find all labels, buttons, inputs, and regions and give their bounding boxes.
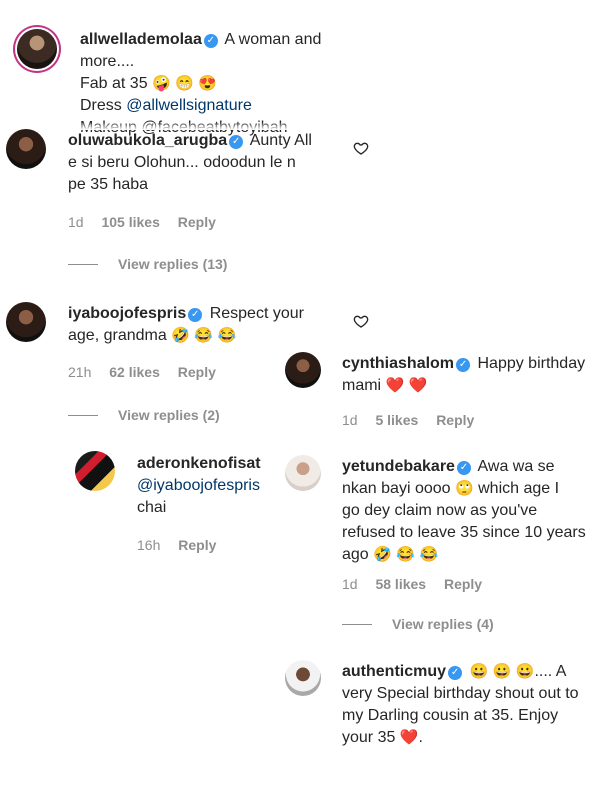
heart-emoji-icon: ❤️ xyxy=(399,729,419,746)
reply-body: chai xyxy=(137,499,167,516)
caption-username[interactable]: allwellademolaa xyxy=(80,31,202,48)
comment-likes[interactable]: 105 likes xyxy=(101,214,159,230)
reply-button[interactable]: Reply xyxy=(436,412,474,428)
emoji-rofl: 🤣 xyxy=(373,546,392,563)
comment-line-2: age, grandma xyxy=(68,327,167,344)
reply-text: aderonkenofisat @iyaboojofespris chai xyxy=(137,453,282,519)
caption-clip xyxy=(0,122,600,130)
emoji-joy: 😂 xyxy=(419,546,439,563)
comment-text: yetundebakare ✓ Awa wa se nkan bayi oooo … xyxy=(342,456,597,566)
comment-line-2b: which age I xyxy=(478,480,560,497)
heart-outline-icon[interactable] xyxy=(353,140,369,156)
view-replies-button[interactable]: View replies (2) xyxy=(68,407,220,423)
comment-meta: 1d 58 likes Reply xyxy=(342,576,496,592)
comment-meta: 1d 105 likes Reply xyxy=(68,214,230,230)
comment-likes[interactable]: 5 likes xyxy=(375,412,418,428)
emoji-grinning: 😀 xyxy=(515,663,535,680)
comment-line-2: nkan bayi oooo xyxy=(342,480,451,497)
comment-avatar[interactable] xyxy=(285,660,321,696)
comment-line-3: my Darling cousin at 35. Enjoy xyxy=(342,707,559,724)
reply-button[interactable]: Reply xyxy=(178,214,216,230)
heart-emoji-icon: ❤️ xyxy=(408,377,428,394)
comment-text: authenticmuy ✓ 😀 😀 😀.... A very Special b… xyxy=(342,661,597,749)
verified-badge-icon: ✓ xyxy=(203,34,218,48)
emoji-heart-eyes: 😍 xyxy=(198,75,218,92)
comment-line-1: Aunty All xyxy=(249,132,312,149)
caption-line-1: A woman and xyxy=(224,31,322,48)
emoji-joy: 😂 xyxy=(194,327,214,344)
emoji-joy: 😂 xyxy=(217,327,237,344)
comment-text: cynthiashalom ✓ Happy birthday mami ❤️ ❤️ xyxy=(342,353,597,397)
comment-line-1: Respect your xyxy=(209,305,304,322)
comment-username[interactable]: iyaboojofespris xyxy=(68,305,186,322)
caption-avatar[interactable] xyxy=(17,29,57,69)
verified-badge-icon: ✓ xyxy=(188,308,203,322)
comment-line-2: very Special birthday shout out to xyxy=(342,685,579,702)
view-replies-label: View replies (13) xyxy=(118,256,228,272)
reply-mention[interactable]: @iyaboojofespris xyxy=(137,477,260,494)
reply-button[interactable]: Reply xyxy=(178,537,216,553)
caption-line-2: more.... xyxy=(80,53,135,70)
comment-meta: 1d 5 likes Reply xyxy=(342,412,488,428)
reply-time: 16h xyxy=(137,537,161,553)
comment-avatar[interactable] xyxy=(285,352,321,388)
comment-avatar[interactable] xyxy=(6,302,46,342)
comment-likes[interactable]: 62 likes xyxy=(109,364,160,380)
heart-emoji-icon: ❤️ xyxy=(385,377,405,394)
comment-meta: 21h 62 likes Reply xyxy=(68,364,230,380)
verified-badge-icon: ✓ xyxy=(456,358,471,372)
comment-username[interactable]: yetundebakare xyxy=(342,458,455,475)
caption-line-3: Fab at 35 xyxy=(80,75,148,92)
emoji-grin: 😁 xyxy=(175,75,194,92)
emoji-rofl: 🤣 xyxy=(171,327,190,344)
reply-button[interactable]: Reply xyxy=(444,576,482,592)
caption-line-4: Dress xyxy=(80,97,122,114)
comment-time: 21h xyxy=(68,364,92,380)
reply-avatar[interactable] xyxy=(75,451,115,491)
comment-text: oluwabukola_arugba ✓ Aunty All e si beru … xyxy=(68,130,343,196)
comment-line-1: Awa wa se xyxy=(477,458,555,475)
comment-line-5: ago xyxy=(342,546,369,563)
emoji-grinning: 😀 xyxy=(492,663,512,680)
divider xyxy=(68,415,98,416)
comment-line-3: pe 35 haba xyxy=(68,176,149,193)
view-replies-button[interactable]: View replies (13) xyxy=(68,256,227,272)
comment-line-1: Happy birthday xyxy=(477,355,586,372)
reply-username[interactable]: aderonkenofisat xyxy=(137,455,261,472)
comment-avatar[interactable] xyxy=(6,129,46,169)
comment-line-3: go dey claim now as you've xyxy=(342,502,538,519)
view-replies-label: View replies (2) xyxy=(118,407,220,423)
reply-meta: 16h Reply xyxy=(137,537,230,553)
emoji-zany: 🤪 xyxy=(152,75,171,92)
comment-time: 1d xyxy=(68,214,84,230)
comment-username[interactable]: oluwabukola_arugba xyxy=(68,132,227,149)
view-replies-button[interactable]: View replies (4) xyxy=(342,616,494,632)
verified-badge-icon: ✓ xyxy=(229,135,244,149)
divider xyxy=(68,264,98,265)
verified-badge-icon: ✓ xyxy=(456,461,471,475)
verified-badge-icon: ✓ xyxy=(448,666,463,680)
emoji-eye-roll: 🙄 xyxy=(454,480,474,497)
comment-username[interactable]: cynthiashalom xyxy=(342,355,454,372)
heart-outline-icon[interactable] xyxy=(353,313,369,329)
comment-line-1: .... A xyxy=(534,663,567,680)
view-replies-label: View replies (4) xyxy=(392,616,494,632)
divider xyxy=(342,624,372,625)
caption-mention-dress[interactable]: @allwellsignature xyxy=(126,97,252,114)
comment-line-2: e si beru Olohun... odoodun le n xyxy=(68,154,296,171)
comment-line-end: . xyxy=(418,729,423,746)
comment-time: 1d xyxy=(342,412,358,428)
comment-avatar[interactable] xyxy=(285,455,321,491)
comment-time: 1d xyxy=(342,576,358,592)
comment-line-4: your 35 xyxy=(342,729,396,746)
comment-username[interactable]: authenticmuy xyxy=(342,663,446,680)
reply-button[interactable]: Reply xyxy=(178,364,216,380)
emoji-joy: 😂 xyxy=(396,546,415,563)
comment-text: iyaboojofespris ✓ Respect your age, grand… xyxy=(68,303,343,347)
comment-likes[interactable]: 58 likes xyxy=(375,576,426,592)
comment-line-4: refused to leave 35 since 10 years xyxy=(342,524,586,541)
comment-line-2: mami xyxy=(342,377,382,394)
emoji-grinning: 😀 xyxy=(469,663,489,680)
